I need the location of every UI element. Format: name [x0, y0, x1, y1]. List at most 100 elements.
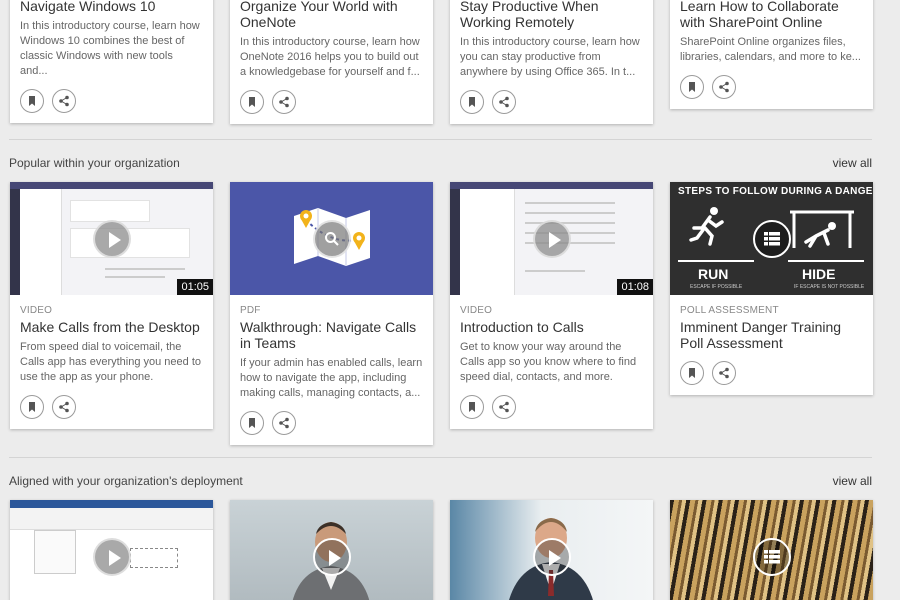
dropdown-menu [34, 530, 76, 574]
content-card-presenter-1[interactable] [230, 500, 433, 600]
section-divider [9, 139, 872, 140]
card-description: From speed dial to voicemail, the Calls … [20, 341, 202, 383]
content-card-intro-calls[interactable]: 01:08 VIDEO Introduction to Calls Get to… [450, 182, 653, 429]
card-description: In this introductory course, learn how O… [240, 36, 420, 78]
video-thumbnail[interactable] [230, 500, 433, 600]
bookmark-button[interactable] [20, 395, 44, 419]
share-button[interactable] [52, 395, 76, 419]
share-button[interactable] [712, 75, 736, 99]
video-thumbnail[interactable]: 01:05 [10, 182, 213, 295]
arrow-divider [678, 260, 754, 262]
poll-thumbnail[interactable]: STEPS TO FOLLOW DURING A DANGE RUN ESCAP… [670, 182, 873, 295]
share-button[interactable] [272, 90, 296, 114]
bookmark-button[interactable] [680, 361, 704, 385]
content-card-presenter-2[interactable] [450, 500, 653, 600]
share-button[interactable] [492, 395, 516, 419]
poll-thumbnail[interactable] [670, 500, 873, 600]
video-thumbnail[interactable]: 01:08 [450, 182, 653, 295]
play-icon[interactable] [532, 219, 571, 258]
poster-heading: STEPS TO FOLLOW DURING A DANGE [678, 186, 873, 197]
view-all-popular-link[interactable]: view all [833, 156, 872, 170]
bookmark-icon [249, 97, 255, 107]
content-card-imminent-danger[interactable]: STEPS TO FOLLOW DURING A DANGE RUN ESCAP… [670, 182, 873, 395]
pdf-thumbnail[interactable] [230, 182, 433, 295]
video-duration: 01:05 [177, 279, 213, 295]
content-type: PDF [240, 305, 261, 316]
share-icon [499, 401, 509, 413]
share-icon [719, 81, 729, 93]
course-card-remote[interactable]: Stay Productive When Working Remotely In… [450, 0, 653, 124]
section-title-aligned: Aligned with your organization's deploym… [9, 474, 243, 488]
content-type: POLL ASSESSMENT [680, 305, 779, 316]
video-thumbnail[interactable] [450, 500, 653, 600]
bookmark-icon [29, 402, 35, 412]
ribbon-titlebar [10, 500, 213, 508]
share-icon [499, 96, 509, 108]
arrow-divider [788, 260, 864, 262]
course-card-onenote[interactable]: Organize Your World with OneNote In this… [230, 0, 433, 124]
card-title[interactable]: Walkthrough: Navigate Calls in Teams [240, 319, 423, 351]
card-title[interactable]: Introduction to Calls [460, 319, 643, 335]
poster-run-sub: ESCAPE IF POSSIBLE [690, 284, 743, 290]
content-type: VIDEO [460, 305, 493, 316]
card-description: In this introductory course, learn how y… [460, 36, 640, 78]
bookmark-button[interactable] [680, 75, 704, 99]
bookmark-icon [249, 418, 255, 428]
card-description: If your admin has enabled calls, learn h… [240, 357, 423, 399]
bookmark-icon [469, 97, 475, 107]
share-button[interactable] [492, 90, 516, 114]
card-title[interactable]: Imminent Danger Training Poll Assessment [680, 319, 863, 351]
course-card-sharepoint[interactable]: Learn How to Collaborate with SharePoint… [670, 0, 873, 109]
ribbon-toolbar [10, 508, 213, 530]
share-icon [279, 96, 289, 108]
list-icon[interactable] [752, 537, 791, 576]
play-icon[interactable] [312, 537, 351, 576]
play-icon[interactable] [532, 537, 571, 576]
bookmark-icon [469, 402, 475, 412]
poster-hide-label: HIDE [802, 266, 836, 282]
bookmark-icon [29, 96, 35, 106]
search-icon[interactable] [312, 219, 351, 258]
bookmark-button[interactable] [240, 411, 264, 435]
poster-hide-sub: IF ESCAPE IS NOT POSSIBLE [794, 284, 865, 290]
card-description: Get to know your way around the Calls ap… [460, 341, 637, 383]
video-duration: 01:08 [617, 279, 653, 295]
poster-run-label: RUN [698, 266, 729, 282]
section-title-popular: Popular within your organization [9, 156, 180, 170]
bookmark-icon [689, 368, 695, 378]
content-card-walkthrough[interactable]: PDF Walkthrough: Navigate Calls in Teams… [230, 182, 433, 445]
card-description: In this introductory course, learn how W… [20, 20, 200, 77]
card-description: SharePoint Online organizes files, libra… [680, 36, 861, 63]
content-card-make-calls[interactable]: 01:05 VIDEO Make Calls from the Desktop … [10, 182, 213, 429]
card-title[interactable]: Organize Your World with OneNote [240, 0, 423, 30]
card-title[interactable]: Navigate Windows 10 [20, 0, 203, 14]
share-icon [279, 417, 289, 429]
content-card-word-video[interactable] [10, 500, 213, 600]
video-thumbnail[interactable] [10, 500, 213, 600]
bookmark-button[interactable] [240, 90, 264, 114]
bookmark-button[interactable] [20, 89, 44, 113]
run-figure-icon [689, 207, 724, 246]
course-card-windows[interactable]: Navigate Windows 10 In this introductory… [10, 0, 213, 123]
card-title[interactable]: Stay Productive When Working Remotely [460, 0, 643, 30]
hide-figure-icon [790, 210, 854, 248]
share-icon [59, 401, 69, 413]
card-title[interactable]: Make Calls from the Desktop [20, 319, 203, 335]
play-icon[interactable] [92, 219, 131, 258]
share-button[interactable] [272, 411, 296, 435]
share-icon [59, 95, 69, 107]
table-grid [130, 548, 178, 568]
share-icon [719, 367, 729, 379]
content-type: VIDEO [20, 305, 53, 316]
view-all-aligned-link[interactable]: view all [833, 474, 872, 488]
play-icon[interactable] [92, 537, 131, 576]
list-icon[interactable] [752, 219, 791, 258]
share-button[interactable] [712, 361, 736, 385]
card-title[interactable]: Learn How to Collaborate with SharePoint… [680, 0, 863, 30]
bookmark-button[interactable] [460, 90, 484, 114]
content-card-files[interactable] [670, 500, 873, 600]
share-button[interactable] [52, 89, 76, 113]
bookmark-icon [689, 82, 695, 92]
section-divider [9, 457, 872, 458]
bookmark-button[interactable] [460, 395, 484, 419]
